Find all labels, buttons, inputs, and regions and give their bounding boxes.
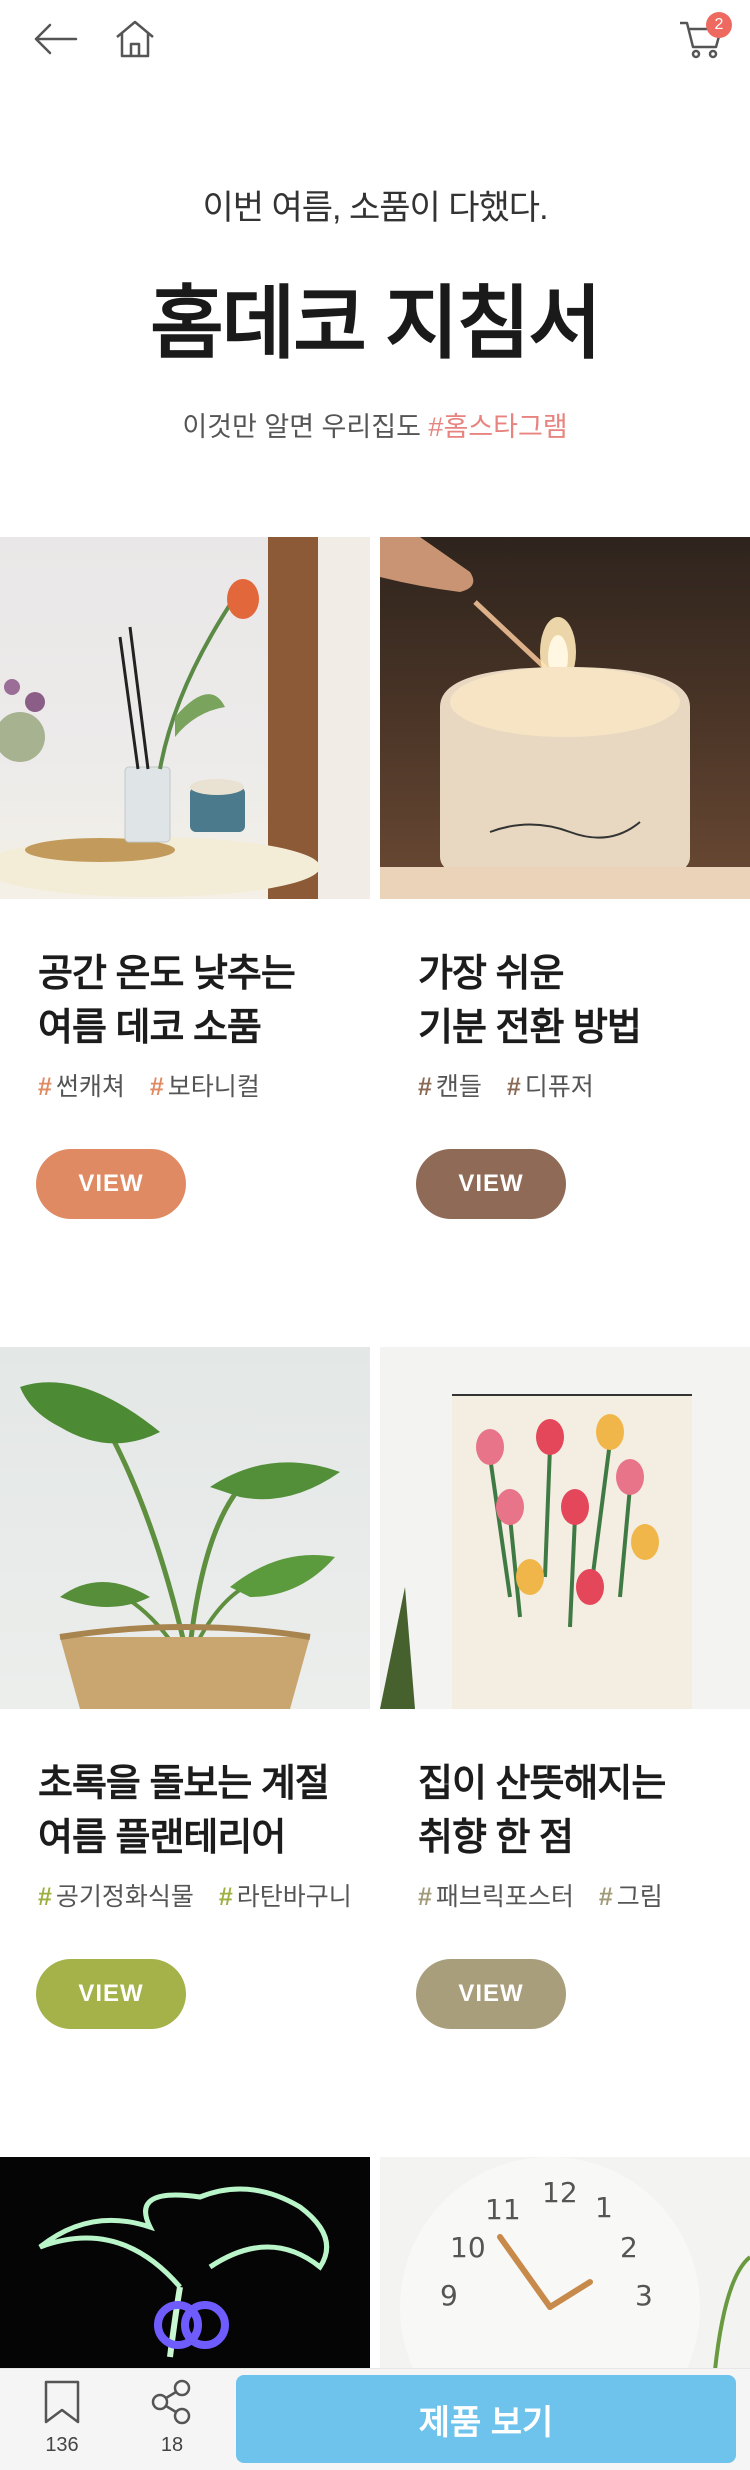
home-button[interactable] [110, 14, 160, 64]
potted-plant-photo [0, 1347, 370, 1709]
card-title-line2: 기분 전환 방법 [418, 1007, 642, 1049]
hero-desc-text: 이것만 알면 우리집도 [182, 412, 429, 442]
tag-item[interactable]: # 그림 [599, 1883, 663, 1911]
hero-hashtag: #홈스타그램 [428, 412, 568, 442]
card-title-line2: 여름 플랜테리어 [38, 1817, 286, 1859]
tag-item[interactable]: # 캔들 [418, 1073, 482, 1101]
hero-subtitle: 이번 여름, 소품이 다했다. [202, 189, 548, 227]
card-title-line2: 여름 데코 소품 [38, 1007, 262, 1049]
svg-text:2: 2 [620, 2231, 638, 2264]
view-button[interactable]: VIEW [36, 1149, 186, 1219]
card-tags: # 썬캐쳐 # 보타니컬 [38, 1067, 278, 1103]
top-bar: 2 [0, 0, 750, 80]
tag-item[interactable]: # 라탄바구니 [219, 1883, 352, 1911]
cart-count-badge: 2 [706, 12, 732, 38]
cart-button[interactable]: 2 [676, 12, 732, 64]
card-tags: # 캔들 # 디퓨저 [418, 1067, 612, 1103]
svg-text:10: 10 [450, 2231, 486, 2264]
card-title-line1: 초록을 돌보는 계절 [38, 1763, 330, 1805]
svg-text:11: 11 [485, 2193, 521, 2226]
share-button[interactable]: 18 [140, 2379, 204, 2465]
card-neon[interactable] [0, 2157, 370, 2370]
bottom-action-bar: 136 18 제품 보기 [0, 2368, 750, 2470]
bookmark-button[interactable]: 136 [30, 2379, 94, 2465]
svg-text:12: 12 [542, 2176, 578, 2209]
view-button[interactable]: VIEW [36, 1959, 186, 2029]
lighting-candle-photo [380, 537, 750, 899]
tag-item[interactable]: # 패브릭포스터 [418, 1883, 574, 1911]
card-summer-deco[interactable]: 공간 온도 낮추는여름 데코 소품 # 썬캐쳐 # 보타니컬 VIEW [0, 537, 370, 1287]
bookmark-count: 136 [45, 2434, 79, 2456]
arrow-left-icon [34, 23, 78, 55]
card-clock[interactable]: 12 1 11 10 2 9 3 [380, 2157, 750, 2370]
share-count: 18 [160, 2434, 184, 2456]
card-planterior[interactable]: 초록을 돌보는 계절여름 플랜테리어 # 공기정화식물 # 라탄바구니 VIEW [0, 1347, 370, 2097]
card-title-line1: 집이 산뜻해지는 [418, 1763, 666, 1805]
hero: 이번 여름, 소품이 다했다. 홈데코 지침서 이것만 알면 우리집도 #홈스타… [0, 180, 750, 444]
tag-item[interactable]: # 썬캐쳐 [38, 1073, 125, 1101]
view-button[interactable]: VIEW [416, 1959, 566, 2029]
card-tags: # 공기정화식물 # 라탄바구니 [38, 1877, 370, 1913]
svg-text:1: 1 [595, 2191, 613, 2224]
view-products-button[interactable]: 제품 보기 [236, 2375, 736, 2463]
view-button[interactable]: VIEW [416, 1149, 566, 1219]
tag-item[interactable]: # 공기정화식물 [38, 1883, 194, 1911]
neon-palm-sign-photo [0, 2157, 370, 2370]
wall-clock-photo: 12 1 11 10 2 9 3 [380, 2157, 750, 2370]
card-title: 공간 온도 낮추는여름 데코 소품 [38, 947, 296, 1055]
card-tags: # 패브릭포스터 # 그림 [418, 1877, 681, 1913]
tag-item[interactable]: # 디퓨저 [507, 1073, 594, 1101]
card-title: 초록을 돌보는 계절여름 플랜테리어 [38, 1757, 330, 1865]
svg-text:9: 9 [440, 2279, 458, 2312]
card-title: 가장 쉬운기분 전환 방법 [418, 947, 642, 1055]
card-title-line2: 취향 한 점 [418, 1817, 574, 1859]
card-title-line1: 가장 쉬운 [418, 953, 564, 995]
card-mood-change[interactable]: 가장 쉬운기분 전환 방법 # 캔들 # 디퓨저 VIEW [380, 537, 750, 1287]
diffuser-and-tulip-photo [0, 537, 370, 899]
hero-title: 홈데코 지침서 [150, 279, 602, 368]
bookmark-icon [44, 2380, 80, 2424]
tag-item[interactable]: # 보타니컬 [150, 1073, 260, 1101]
hero-description: 이것만 알면 우리집도 #홈스타그램 [0, 405, 750, 444]
back-button[interactable] [30, 14, 80, 64]
card-title-line1: 공간 온도 낮추는 [38, 953, 296, 995]
card-taste-point[interactable]: 집이 산뜻해지는취향 한 점 # 패브릭포스터 # 그림 VIEW [380, 1347, 750, 2097]
card-title: 집이 산뜻해지는취향 한 점 [418, 1757, 666, 1865]
share-icon [151, 2379, 191, 2425]
home-icon [116, 20, 154, 58]
svg-text:3: 3 [635, 2279, 653, 2312]
tulip-fabric-poster-photo [380, 1347, 750, 1709]
